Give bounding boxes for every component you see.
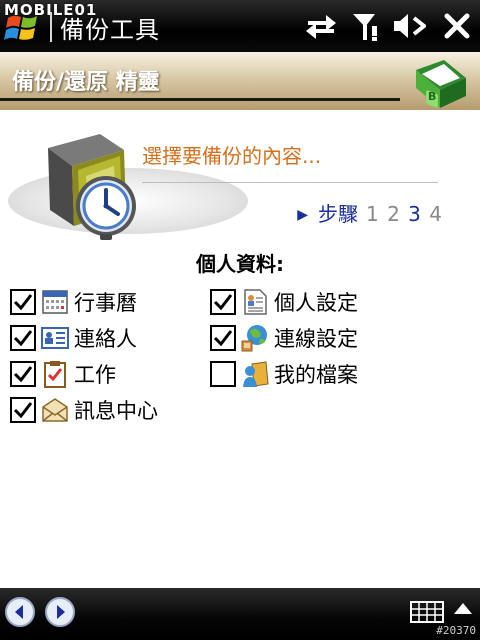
step-4: 4	[429, 202, 442, 226]
backup-clock-folder-icon	[48, 134, 136, 240]
calendar-label: 行事曆	[74, 291, 137, 315]
option-connection-settings[interactable]: 連線設定	[210, 322, 358, 354]
close-icon[interactable]	[440, 10, 474, 42]
my-documents-label: 我的檔案	[274, 363, 358, 387]
next-arrow-icon[interactable]	[44, 596, 76, 628]
step-3-current: 3	[408, 202, 421, 226]
calendar-icon	[42, 290, 68, 314]
messaging-checkbox[interactable]	[10, 397, 36, 423]
header-divider	[0, 98, 400, 101]
my-documents-checkbox[interactable]	[210, 361, 236, 387]
back-arrow-icon[interactable]	[4, 596, 36, 628]
app-title: 備份工具	[60, 16, 160, 44]
checkmark-icon	[213, 330, 233, 347]
globe-connection-icon	[241, 325, 267, 352]
tasks-label: 工作	[74, 363, 116, 387]
checkmark-icon	[13, 366, 33, 383]
backup-folder-icon: B	[416, 60, 466, 108]
personal-settings-icon	[244, 289, 267, 315]
option-calendar[interactable]: 行事曆	[10, 286, 137, 318]
speaker-muted-icon[interactable]	[392, 10, 426, 42]
steps-label: 步驟	[317, 202, 358, 226]
connectivity-icon[interactable]	[304, 10, 338, 42]
option-my-documents[interactable]: 我的檔案	[210, 358, 358, 390]
option-personal-settings[interactable]: 個人設定	[210, 286, 358, 318]
title-divider	[50, 12, 52, 42]
my-documents-icon	[243, 361, 269, 387]
checkmark-icon	[213, 294, 233, 311]
checkmark-icon	[13, 402, 33, 419]
contacts-label: 連絡人	[74, 327, 137, 351]
step-1: 1	[365, 202, 379, 226]
checkmark-icon	[13, 330, 33, 347]
wizard-title: 備份/還原 精靈	[12, 70, 160, 95]
checkmark-icon	[13, 294, 33, 311]
connection-settings-checkbox[interactable]	[210, 325, 236, 351]
option-contacts[interactable]: 連絡人	[10, 322, 137, 354]
messaging-label: 訊息中心	[74, 399, 158, 423]
sip-toggle-arrow-icon[interactable]	[452, 600, 474, 616]
wizard-prompt: 選擇要備份的內容...	[142, 144, 322, 168]
option-tasks[interactable]: 工作	[10, 358, 116, 390]
step-indicator: ▶ 步驟 1 2 3 4	[297, 198, 444, 227]
tasks-clipboard-icon	[44, 361, 66, 388]
calendar-checkbox[interactable]	[10, 289, 36, 315]
tasks-checkbox[interactable]	[10, 361, 36, 387]
watermark-id: #20370	[436, 624, 476, 637]
keyboard-icon[interactable]	[410, 600, 444, 624]
step-2: 2	[387, 202, 400, 226]
wizard-divider	[142, 182, 438, 183]
personal-settings-label: 個人設定	[274, 291, 358, 315]
messaging-envelope-icon	[42, 398, 68, 422]
section-title: 個人資料:	[196, 252, 284, 276]
contacts-checkbox[interactable]	[10, 325, 36, 351]
option-messaging[interactable]: 訊息中心	[10, 394, 158, 426]
signal-icon[interactable]	[350, 10, 384, 42]
connection-settings-label: 連線設定	[274, 327, 358, 351]
contacts-card-icon	[41, 327, 69, 349]
personal-settings-checkbox[interactable]	[210, 289, 236, 315]
svg-text:B: B	[428, 90, 436, 103]
step-arrow-icon: ▶	[297, 207, 308, 223]
